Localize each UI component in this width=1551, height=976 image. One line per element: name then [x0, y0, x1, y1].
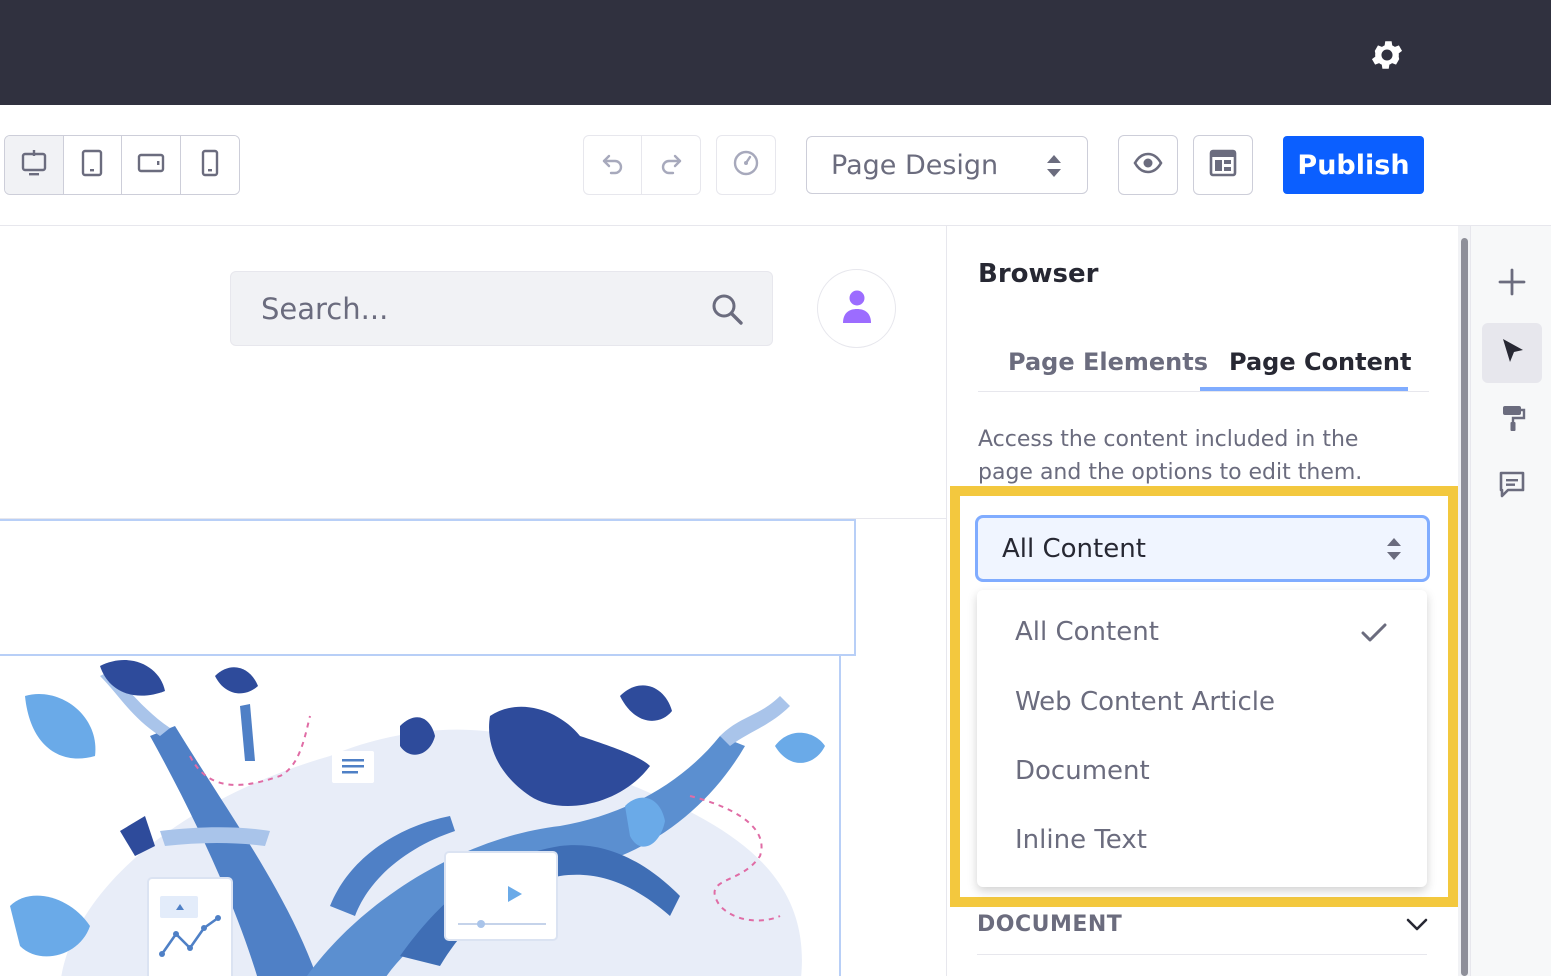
search-input[interactable]: Search...: [230, 271, 773, 346]
desktop-view-button[interactable]: [5, 136, 64, 194]
add-fragments-button[interactable]: [1482, 254, 1542, 314]
undo-button[interactable]: [584, 136, 642, 194]
panel-title: Browser: [978, 259, 1099, 289]
panel-description: Access the content included in the page …: [978, 427, 1363, 485]
fragment-container[interactable]: [0, 519, 856, 656]
control-menu: [0, 0, 1551, 105]
landscape-view-button[interactable]: [122, 136, 181, 194]
dropdown-option-web-content-article[interactable]: Web Content Article: [1015, 687, 1275, 717]
landscape-icon: [136, 148, 166, 182]
content-type-value: All Content: [1002, 533, 1146, 564]
tablet-view-button[interactable]: [63, 136, 122, 194]
user-avatar[interactable]: [817, 269, 896, 348]
page-mode-select[interactable]: Page Design: [806, 136, 1088, 194]
plus-icon: [1497, 267, 1527, 301]
redo-button[interactable]: [642, 136, 700, 194]
editor-sidebar: [1470, 226, 1551, 976]
tab-page-elements[interactable]: Page Elements: [1008, 348, 1208, 376]
panel-tabs: Page Elements Page Content: [978, 336, 1429, 392]
page-layout-button[interactable]: [1193, 135, 1253, 195]
history-icon: [731, 148, 761, 182]
comments-button[interactable]: [1482, 456, 1542, 516]
mobile-icon: [195, 148, 225, 182]
illustration-fragment[interactable]: [0, 654, 841, 976]
comments-icon: [1497, 469, 1527, 503]
publish-button[interactable]: Publish: [1283, 136, 1424, 194]
mobile-view-button[interactable]: [180, 136, 239, 194]
search-icon[interactable]: [710, 292, 744, 333]
history-button[interactable]: [716, 135, 776, 195]
tab-page-content[interactable]: Page Content: [1229, 348, 1411, 376]
tablet-icon: [77, 148, 107, 182]
active-tab-indicator: [1200, 387, 1408, 391]
section-heading-document[interactable]: DOCUMENT: [977, 912, 1122, 937]
undo-icon: [600, 150, 626, 180]
cursor-icon: [1498, 336, 1526, 370]
caret-double-icon: [1045, 153, 1063, 186]
undo-redo-group: [583, 135, 701, 195]
preview-icon: [1132, 147, 1164, 183]
tree-illustration: [10, 660, 825, 976]
page-editor-toolbar: Page Design Publish: [0, 105, 1551, 226]
paint-roller-icon: [1498, 403, 1526, 437]
preview-button[interactable]: [1118, 135, 1178, 195]
user-icon: [840, 288, 874, 330]
page-mode-value: Page Design: [831, 149, 999, 181]
gear-icon[interactable]: [1368, 36, 1406, 74]
desktop-icon: [19, 148, 49, 182]
content-type-select[interactable]: All Content: [975, 515, 1430, 582]
dropdown-option-document[interactable]: Document: [1015, 756, 1150, 786]
dropdown-option-inline-text[interactable]: Inline Text: [1015, 825, 1147, 855]
chevron-down-icon[interactable]: [1404, 912, 1430, 940]
caret-double-icon: [1385, 536, 1403, 569]
search-placeholder: Search...: [261, 291, 389, 326]
page-design-options-button[interactable]: [1482, 390, 1542, 450]
section-divider-line: [977, 954, 1427, 955]
content-type-dropdown: All Content Web Content Article Document…: [977, 590, 1427, 887]
browser-button[interactable]: [1482, 323, 1542, 383]
page-canvas: Search...: [0, 226, 946, 976]
redo-icon: [658, 150, 684, 180]
device-selector: [4, 135, 240, 195]
check-icon: [1360, 620, 1388, 650]
panel-scrollbar-thumb[interactable]: [1461, 238, 1468, 976]
dropdown-option-all-content[interactable]: All Content: [1015, 617, 1159, 647]
page-layout-icon: [1208, 148, 1238, 182]
